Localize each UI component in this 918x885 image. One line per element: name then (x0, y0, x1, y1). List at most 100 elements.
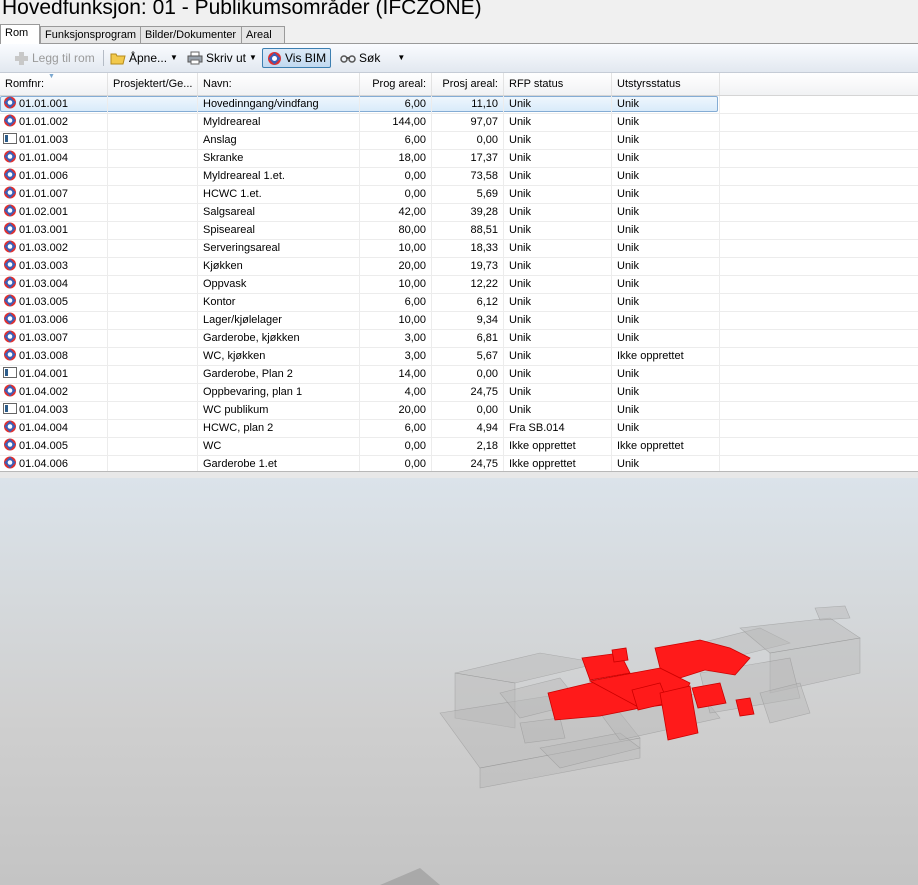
table-row[interactable]: 01.04.006 Garderobe 1.et 0,00 24,75 Ikke opp… (0, 456, 918, 471)
table-row[interactable]: 01.03.003 Kjøkken 20,00 19,73 Unik Unik (0, 258, 918, 276)
table-row[interactable]: 01.04.003 WC publikum 20,00 0,00 Unik Unik (0, 402, 918, 420)
cell-prog: 6,00 (360, 96, 432, 113)
cell-romfnr: 01.03.001 (0, 222, 108, 239)
cell-romfnr: 01.01.007 (0, 186, 108, 203)
table-row[interactable]: 01.01.006 Myldreareal 1.et. 0,00 73,58 Unik U… (0, 168, 918, 186)
cell-rfp: Unik (504, 96, 612, 113)
cell-prosj: 4,94 (432, 420, 504, 437)
table-row[interactable]: 01.01.004 Skranke 18,00 17,37 Unik Unik (0, 150, 918, 168)
room-number: 01.01.003 (19, 134, 68, 146)
print-label: Skriv ut (206, 51, 247, 65)
tab-funksjonsprogram[interactable]: Funksjonsprogram (40, 26, 142, 43)
cell-rfp: Fra SB.014 (504, 420, 612, 437)
cell-rfp: Unik (504, 222, 612, 239)
tab-areal[interactable]: Areal (241, 26, 285, 43)
cell-prosj: 0,00 (432, 366, 504, 383)
column-header-romfnr[interactable]: Romfnr: ▼ (0, 73, 108, 95)
room-number: 01.03.003 (19, 260, 68, 272)
cell-utstyr: Unik (612, 150, 720, 167)
table-row[interactable]: 01.01.003 Anslag 6,00 0,00 Unik Unik (0, 132, 918, 150)
bim-room-icon (3, 168, 17, 181)
cell-romfnr: 01.01.002 (0, 114, 108, 131)
cell-prosj: 0,00 (432, 132, 504, 149)
bim-room-icon (3, 312, 17, 325)
cell-navn: Serveringsareal (198, 240, 360, 257)
add-room-button[interactable]: Legg til rom (14, 49, 95, 67)
column-header-navn[interactable]: Navn: (198, 73, 360, 95)
cell-navn: WC (198, 438, 360, 455)
print-button[interactable]: Skriv ut ▼ (187, 49, 257, 67)
cell-rfp: Unik (504, 240, 612, 257)
cell-rfp: Ikke opprettet (504, 438, 612, 455)
cell-prosj: 19,73 (432, 258, 504, 275)
cell-prosjektert (108, 96, 198, 113)
column-header-rfp-status[interactable]: RFP status (504, 73, 612, 95)
cell-navn: WC, kjøkken (198, 348, 360, 365)
room-number: 01.03.005 (19, 296, 68, 308)
plain-room-icon (3, 132, 17, 145)
cell-rfp: Unik (504, 186, 612, 203)
folder-icon (110, 53, 126, 65)
table-row[interactable]: 01.04.002 Oppbevaring, plan 1 4,00 24,75 Uni… (0, 384, 918, 402)
plus-icon (15, 51, 28, 65)
table-row[interactable]: 01.03.006 Lager/kjølelager 10,00 9,34 Unik Un… (0, 312, 918, 330)
cell-prog: 42,00 (360, 204, 432, 221)
cell-utstyr: Unik (612, 294, 720, 311)
cell-prosjektert (108, 348, 198, 365)
toolbar-separator (103, 50, 104, 66)
column-header-utstyrsstatus[interactable]: Utstyrsstatus (612, 73, 720, 95)
cell-utstyr: Unik (612, 132, 720, 149)
table-row[interactable]: 01.03.001 Spiseareal 80,00 88,51 Unik Unik (0, 222, 918, 240)
dropdown-arrow-icon[interactable]: ▼ (170, 49, 178, 67)
cell-prosj: 6,12 (432, 294, 504, 311)
cell-prosjektert (108, 222, 198, 239)
search-label: Søk (359, 51, 381, 65)
table-row[interactable]: 01.01.007 HCWC 1.et. 0,00 5,69 Unik Unik (0, 186, 918, 204)
cell-prog: 80,00 (360, 222, 432, 239)
cell-prog: 10,00 (360, 276, 432, 293)
cell-prosjektert (108, 150, 198, 167)
show-bim-button[interactable]: Vis BIM (262, 48, 332, 68)
cell-rfp: Unik (504, 402, 612, 419)
table-row[interactable]: 01.03.002 Serveringsareal 10,00 18,33 Unik Un… (0, 240, 918, 258)
cell-romfnr: 01.04.006 (0, 456, 108, 471)
column-header-prosj-areal[interactable]: Prosj areal: (432, 73, 504, 95)
dropdown-arrow-icon[interactable]: ▼ (397, 49, 405, 67)
tab-bilder-dokumenter[interactable]: Bilder/Dokumenter (140, 26, 248, 43)
table-row[interactable]: 01.04.005 WC 0,00 2,18 Ikke opprettet Ikke op… (0, 438, 918, 456)
table-row[interactable]: 01.04.001 Garderobe, Plan 2 14,00 0,00 Unik U… (0, 366, 918, 384)
table-row[interactable]: 01.04.004 HCWC, plan 2 6,00 4,94 Fra SB.014 U… (0, 420, 918, 438)
column-header-prosjektert[interactable]: Prosjektert/Ge... (108, 73, 198, 95)
cell-romfnr: 01.04.001 (0, 366, 108, 383)
column-header-prog-areal[interactable]: Prog areal: (360, 73, 432, 95)
open-button[interactable]: Åpne... ▼ (110, 49, 178, 67)
cell-prog: 6,00 (360, 420, 432, 437)
search-button[interactable]: Søk ▼ (340, 49, 405, 67)
table-row[interactable]: 01.03.005 Kontor 6,00 6,12 Unik Unik (0, 294, 918, 312)
cell-prosjektert (108, 438, 198, 455)
cell-prosj: 2,18 (432, 438, 504, 455)
table-row[interactable]: 01.03.004 Oppvask 10,00 12,22 Unik Unik (0, 276, 918, 294)
table-row[interactable]: 01.03.007 Garderobe, kjøkken 3,00 6,81 Unik U… (0, 330, 918, 348)
cell-romfnr: 01.03.002 (0, 240, 108, 257)
cell-romfnr: 01.03.006 (0, 312, 108, 329)
cell-romfnr: 01.04.005 (0, 438, 108, 455)
cell-rfp: Ikke opprettet (504, 456, 612, 471)
room-number: 01.03.008 (19, 350, 68, 362)
bim-3d-viewport[interactable] (0, 478, 918, 885)
cell-utstyr: Unik (612, 456, 720, 471)
table-row[interactable]: 01.03.008 WC, kjøkken 3,00 5,67 Unik Ikke opp… (0, 348, 918, 366)
cell-prosj: 5,67 (432, 348, 504, 365)
cell-utstyr: Unik (612, 258, 720, 275)
cell-romfnr: 01.03.007 (0, 330, 108, 347)
dropdown-arrow-icon[interactable]: ▼ (249, 49, 257, 67)
tab-rom[interactable]: Rom (0, 24, 40, 44)
bim-room-icon (3, 294, 17, 307)
table-row[interactable]: 01.02.001 Salgsareal 42,00 39,28 Unik Unik (0, 204, 918, 222)
cell-prog: 0,00 (360, 168, 432, 185)
bim-room-icon (3, 240, 17, 253)
room-number: 01.03.007 (19, 332, 68, 344)
table-row[interactable]: 01.01.002 Myldreareal 144,00 97,07 Unik Unik (0, 114, 918, 132)
table-row[interactable]: 01.01.001 Hovedinngang/vindfang 6,00 11,10 U… (0, 96, 918, 114)
cell-romfnr: 01.04.002 (0, 384, 108, 401)
